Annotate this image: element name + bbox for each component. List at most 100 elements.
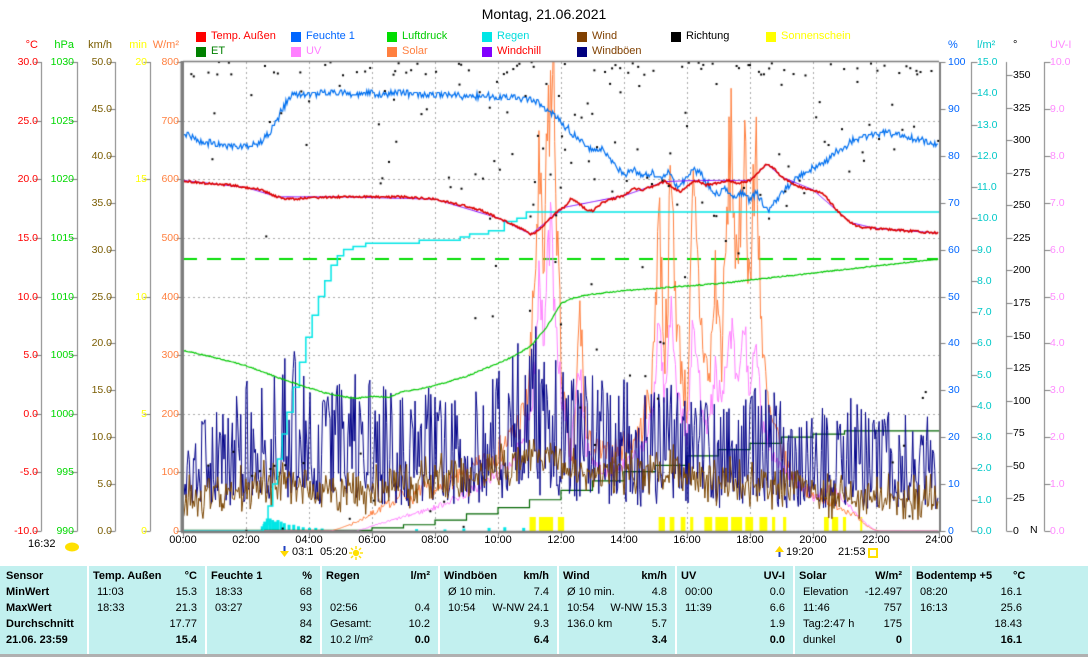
axis-tick-label: 5.0 [23,350,38,360]
table-cell-value: 175 [884,618,902,630]
table-cell-time: 10:54 [448,602,476,614]
table-group-name: Temp. Außen [93,570,161,582]
legend-label: Temp. Außen [211,31,276,42]
table-group-unit: W/m² [875,570,902,582]
table-cell-time: 10:54 [567,602,595,614]
table-separator [205,566,207,654]
table-row-label: Durchschnitt [6,618,74,630]
time-tick-label: 08:00 [419,535,451,546]
axis-tick-label: 5 [141,409,147,419]
time-tick-label: 04:00 [293,535,325,546]
legend-swatch-wind [577,32,587,42]
table-group-unit: UV-I [764,570,785,582]
axis-tick-label: 50 [948,292,960,302]
axis-tick-label: 11.0 [977,182,997,192]
table-cell-value: 68 [300,586,312,598]
axis-tick-label: 1015 [51,233,74,243]
axis-unit-UV-I: UV-I [1050,40,1071,51]
table-cell-time: Tag:2:47 h [803,618,854,630]
legend-swatch-temp-au-en [196,32,206,42]
axis-tick-label: 1025 [51,116,74,126]
axis-tick-label: -5.0 [20,467,38,477]
axis-tick-label: 1010 [51,292,74,302]
axis-tick-label: 5.0 [1050,292,1065,302]
legend-label: Windchill [497,46,541,57]
axis-tick-label: 4.0 [977,401,992,411]
axis-tick-label: 20.0 [92,338,112,348]
table-group-name: Windböen [444,570,497,582]
table-cell-time: Ø 10 min. [567,586,615,598]
axis-tick-label: 20.0 [18,174,38,184]
axis-tick-label: 325 [1013,103,1031,113]
axis-tick-label: 500 [161,233,179,243]
table-row-label: 21.06. 23:59 [6,634,68,646]
sunset-time: 21:53 [838,547,866,558]
axis-unit-%: % [948,40,958,51]
time-tick-label: 14:00 [608,535,640,546]
table-group-unit: °C [1013,570,1025,582]
table-cell-value: 18.43 [994,618,1022,630]
axis-tick-label: 9.0 [1050,104,1065,114]
legend-label: ET [211,46,225,57]
time-tick-label: 12:00 [545,535,577,546]
axis-tick-label: 5.0 [977,370,992,380]
time-tick-label: 20:00 [797,535,829,546]
axis-tick-label: 70 [948,198,960,208]
table-cell-time: 10.2 l/m² [330,634,373,646]
legend-label: Sonnenschein [781,31,851,42]
axis-tick-label: 250 [1013,200,1031,210]
table-cell-value: 84 [300,618,312,630]
axis-tick-label: 400 [161,292,179,302]
table-cell-value: 6.4 [534,634,549,646]
weather-chart-canvas [0,0,1088,660]
moonrise-arrow-icon [775,546,784,557]
axis-unit-hPa: hPa [54,40,74,51]
axis-tick-label: 10 [135,292,147,302]
table-cell-value: 0.0 [770,634,785,646]
moonset-arrow-icon [280,546,289,557]
legend-swatch-uv [291,47,301,57]
axis-tick-label: 6.0 [977,338,992,348]
time-tick-label: 06:00 [356,535,388,546]
evening-mark-time: 19:20 [786,547,814,558]
table-group-unit: km/h [641,570,667,582]
axis-tick-label: 3.0 [977,432,992,442]
table-group-unit: l/m² [410,570,430,582]
table-cell-value: 757 [884,602,902,614]
table-cell-value: 0 [896,634,902,646]
table-cell-time: 11:39 [685,602,712,614]
axis-tick-label: 225 [1013,233,1031,243]
table-row-label: Sensor [6,570,43,582]
axis-tick-label: 0.0 [23,409,38,419]
axis-tick-label: 5.0 [97,479,112,489]
axis-tick-label: 15.0 [18,233,38,243]
table-separator [320,566,322,654]
table-cell-value: 93 [300,602,312,614]
table-cell-time: Ø 10 min. [448,586,496,598]
moon-icon [64,541,80,552]
axis-tick-label: 150 [1013,331,1031,341]
table-cell-value: 6.6 [770,602,785,614]
axis-tick-label: 200 [161,409,179,419]
table-group-unit: °C [185,570,197,582]
sun-icon [349,546,363,560]
axis-tick-label: 60 [948,245,960,255]
legend-swatch-richtung [671,32,681,42]
table-cell-value: 15.4 [176,634,197,646]
axis-tick-label: 1.0 [977,495,992,505]
sunset-icon [868,548,878,558]
table-cell-time: 136.0 km [567,618,612,630]
table-cell-value: W-NW 15.3 [610,602,667,614]
axis-tick-label: 0 [141,526,147,536]
axis-tick-label: 2.0 [1050,432,1065,442]
axis-tick-label: 100 [161,467,179,477]
axis-tick-label: 14.0 [977,88,997,98]
axis-tick-label: 800 [161,57,179,67]
legend-label: UV [306,46,321,57]
axis-tick-label: 0 [1013,526,1019,536]
table-cell-time: 16:13 [920,602,948,614]
table-separator [87,566,89,654]
page-title: Montag, 21.06.2021 [0,6,1088,22]
table-cell-time: 11:03 [97,586,124,598]
legend-label: Feuchte 1 [306,31,355,42]
